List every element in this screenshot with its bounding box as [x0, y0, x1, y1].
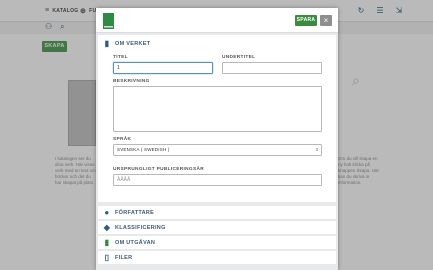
book-icon: ▮ [104, 238, 110, 247]
subtitle-label: UNDERTITEL [222, 55, 256, 60]
section-about-work-header[interactable]: ▮ OM VERKET [103, 39, 150, 48]
language-label: SPRÅK [113, 137, 132, 142]
close-icon[interactable]: × [320, 15, 332, 26]
file-icon: ▯ [104, 253, 110, 262]
title-field[interactable]: 1 [113, 62, 213, 74]
section-about-work: ▮ OM VERKET TITEL 1 UNDERTITEL BESKRIVNI… [98, 35, 336, 202]
subtitle-field[interactable] [222, 62, 322, 74]
save-button[interactable]: SPARA [295, 15, 317, 26]
section-about-edition[interactable]: ▮ OM UTGÅVAN [98, 236, 336, 249]
tags-icon: ◆ [103, 223, 111, 232]
section-authors-title: FÖRFATTARE [115, 209, 155, 216]
bookmark-icon: ▮ [104, 39, 110, 48]
section-classification-title: KLASSIFICERING [115, 224, 166, 231]
title-label: TITEL [113, 55, 128, 60]
section-about-edition-title: OM UTGÅVAN [115, 239, 156, 246]
create-work-modal: SPARA × ▮ OM VERKET TITEL 1 UNDERTITEL B… [96, 8, 338, 270]
description-field[interactable] [113, 86, 322, 132]
language-select[interactable]: SVENSKA ( SWEDISH ) ⇕ [113, 144, 322, 156]
modal-header: SPARA × [96, 8, 338, 33]
section-authors[interactable]: ● FÖRFATTARE [98, 206, 336, 219]
section-about-work-title: OM VERKET [115, 40, 151, 47]
book-logo-icon [103, 13, 114, 29]
section-classification[interactable]: ◆ KLASSIFICERING [98, 221, 336, 234]
year-label: URSPRUNGLIGT PUBLICERINGSÅR [113, 167, 204, 172]
section-about-edition-header: ▮ OM UTGÅVAN [103, 238, 155, 247]
section-files-title: FILER [115, 254, 133, 261]
description-label: BESKRIVNING [113, 79, 150, 84]
person-icon: ● [104, 208, 110, 217]
section-classification-header: ◆ KLASSIFICERING [103, 223, 166, 232]
section-authors-header: ● FÖRFATTARE [103, 208, 154, 217]
year-field[interactable]: ÅÅÅÅ [113, 174, 322, 186]
language-select-value: SVENSKA ( SWEDISH ) [117, 147, 170, 152]
select-caret-icon: ⇕ [315, 147, 319, 152]
section-files[interactable]: ▯ FILER [98, 251, 336, 264]
section-files-header: ▯ FILER [103, 253, 132, 262]
